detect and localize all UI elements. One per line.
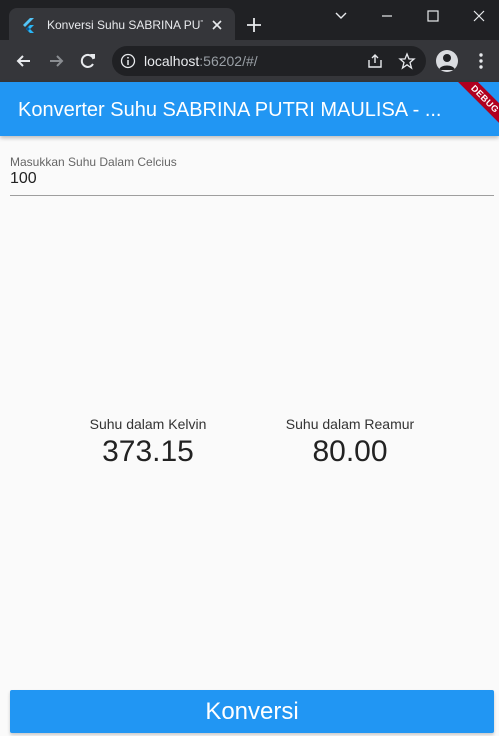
convert-button[interactable]: Konversi xyxy=(10,690,494,733)
chevron-down-icon[interactable] xyxy=(331,6,351,26)
reload-icon[interactable] xyxy=(78,51,98,71)
maximize-icon[interactable] xyxy=(423,6,443,26)
share-icon[interactable] xyxy=(366,52,384,70)
app-title: Konverter Suhu SABRINA PUTRI MAULISA - .… xyxy=(18,99,442,121)
celsius-input[interactable]: 100 xyxy=(10,170,37,188)
back-arrow-icon[interactable] xyxy=(14,51,34,71)
info-icon[interactable] xyxy=(120,53,136,69)
star-icon[interactable] xyxy=(398,52,416,70)
celsius-input-field[interactable]: Masukkan Suhu Dalam Celcius 100 xyxy=(10,150,494,196)
kelvin-result: Suhu dalam Kelvin 373.15 xyxy=(68,415,228,469)
browser-toolbar: localhost:56202/#/ xyxy=(0,40,499,82)
kebab-menu-icon[interactable] xyxy=(471,51,491,71)
profile-icon[interactable] xyxy=(436,50,458,72)
tab-title: Konversi Suhu SABRINA PUTRI MAULISA xyxy=(47,18,203,32)
app-bar: Konverter Suhu SABRINA PUTRI MAULISA - .… xyxy=(0,82,499,136)
browser-tab[interactable]: Konversi Suhu SABRINA PUTRI MAULISA xyxy=(9,8,235,40)
plus-icon[interactable] xyxy=(245,16,263,34)
kelvin-value: 373.15 xyxy=(102,435,194,468)
reamur-label: Suhu dalam Reamur xyxy=(285,416,415,432)
celsius-input-label: Masukkan Suhu Dalam Celcius xyxy=(10,155,177,169)
flutter-favicon xyxy=(23,18,34,33)
url-host: localhost xyxy=(144,53,200,69)
address-bar[interactable]: localhost:56202/#/ xyxy=(112,46,426,76)
window-close-icon[interactable] xyxy=(469,6,489,26)
browser-tab-strip: Konversi Suhu SABRINA PUTRI MAULISA xyxy=(0,0,499,40)
forward-arrow-icon[interactable] xyxy=(46,51,66,71)
reamur-value: 80.00 xyxy=(312,435,388,468)
debug-banner: DEBUG xyxy=(441,82,499,136)
minimize-icon[interactable] xyxy=(377,6,397,26)
url-path: :56202/#/ xyxy=(199,53,258,69)
close-icon[interactable] xyxy=(209,17,225,33)
reamur-result: Suhu dalam Reamur 80.00 xyxy=(270,415,430,469)
url-text: localhost:56202/#/ xyxy=(144,53,258,69)
kelvin-label: Suhu dalam Kelvin xyxy=(89,416,207,432)
